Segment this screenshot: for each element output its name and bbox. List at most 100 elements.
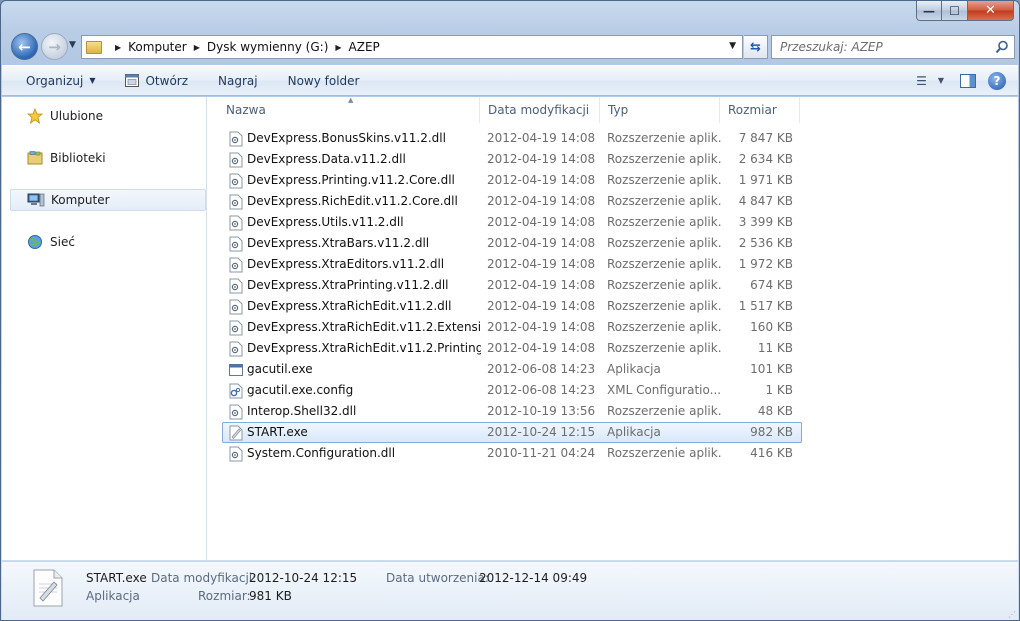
file-row[interactable]: DevExpress.RichEdit.v11.2.Core.dll 2012-0… [222,191,802,212]
file-row[interactable]: DevExpress.Data.v11.2.dll 2012-04-19 14:0… [222,149,802,170]
file-row[interactable]: gacutil.exe.config 2012-06-08 14:23 XML Co… [222,380,802,401]
recent-pages-dropdown-icon[interactable]: ▼ [69,40,76,50]
column-header-label: Nazwa [226,103,266,117]
file-date: 2012-04-19 14:08 [487,236,596,250]
file-size: 3 399 KB [738,215,793,229]
file-name: DevExpress.RichEdit.v11.2.Core.dll [247,194,458,208]
column-header-date[interactable]: Data modyfikacji [480,97,600,123]
title-bar[interactable]: — ☐ ✕ [1,1,1019,31]
file-date: 2012-04-19 14:08 [487,131,596,145]
sidebar-item-label: Ulubione [50,109,104,123]
file-row[interactable]: START.exe 2012-10-24 12:15 Aplikacja 982 KB [222,422,802,443]
file-date: 2012-04-19 14:08 [487,341,596,355]
dll-file-icon [229,446,243,462]
organize-menu-button[interactable]: Organizuj ▼ [2,66,103,95]
change-view-button[interactable]: ☰ ▼ [908,74,952,88]
resize-grip-icon[interactable]: ⋰ [1008,610,1016,619]
address-dropdown-icon[interactable]: ▼ [729,41,736,51]
help-icon[interactable]: ? [988,71,1006,90]
column-header-name[interactable]: Nazwa ▲ [218,96,480,123]
file-row[interactable]: gacutil.exe 2012-06-08 14:23 Aplikacja 101 … [222,359,802,380]
file-type: Rozszerzenie aplik... [607,173,721,187]
new-folder-button[interactable]: Nowy folder [280,66,368,95]
search-box[interactable] [771,35,1015,59]
dll-file-icon [229,173,243,189]
search-icon[interactable] [995,40,1009,54]
file-row[interactable]: DevExpress.XtraRichEdit.v11.2.Extensions… [222,317,802,338]
file-name: DevExpress.BonusSkins.v11.2.dll [247,131,446,145]
chevron-down-icon[interactable]: ▼ [938,76,944,85]
forward-button[interactable]: → [41,33,68,60]
view-details-icon: ☰ [916,73,927,88]
file-row[interactable]: DevExpress.XtraEditors.v11.2.dll 2012-04-… [222,254,802,275]
file-type: Rozszerzenie aplik... [607,257,721,271]
new-folder-label: Nowy folder [287,73,360,88]
file-type: Aplikacja [607,425,661,439]
file-name: DevExpress.Printing.v11.2.Core.dll [247,173,455,187]
column-header-label: Typ [608,103,629,117]
file-type: Rozszerzenie aplik... [607,131,721,145]
address-bar[interactable]: ▶ Komputer ▶ Dysk wymienny (G:) ▶ AZEP ▼ [81,35,743,59]
file-row[interactable]: DevExpress.XtraRichEdit.v11.2.Printing.d… [222,338,802,359]
file-row[interactable]: DevExpress.XtraRichEdit.v11.2.dll 2012-04… [222,296,802,317]
dll-file-icon [229,257,243,273]
file-row[interactable]: DevExpress.BonusSkins.v11.2.dll 2012-04-1… [222,128,802,149]
preview-pane-icon[interactable] [960,73,976,88]
column-header-type[interactable]: Typ [600,97,720,123]
forward-arrow-icon: → [48,37,61,56]
file-type: Rozszerzenie aplik... [607,194,721,208]
file-type: Rozszerzenie aplik... [607,236,721,250]
column-header-size[interactable]: Rozmiar [720,97,800,123]
sidebar-item-libraries[interactable]: Biblioteki [10,147,206,169]
search-input[interactable] [780,40,980,54]
file-name: START.exe [247,425,308,439]
file-row[interactable]: DevExpress.XtraBars.v11.2.dll 2012-04-19 … [222,233,802,254]
dll-file-icon [229,299,243,315]
sidebar-item-favorites[interactable]: Ulubione [10,105,206,127]
file-row[interactable]: System.Configuration.dll 2010-11-21 04:24… [222,443,802,464]
application-icon [229,362,243,378]
file-date: 2012-04-19 14:08 [487,320,596,334]
computer-icon [27,192,45,208]
breadcrumb-drive[interactable]: Dysk wymienny (G:) [207,40,329,54]
file-list: Nazwa ▲ Data modyfikacji Typ Rozmiar Dev… [208,96,1018,560]
breadcrumb-folder[interactable]: AZEP [349,40,380,54]
breadcrumb-separator-icon[interactable]: ▶ [115,43,121,52]
back-arrow-icon: ← [18,37,31,56]
star-icon [26,108,44,124]
file-row[interactable]: DevExpress.Printing.v11.2.Core.dll 2012-0… [222,170,802,191]
dll-file-icon [229,404,243,420]
command-toolbar: Organizuj ▼ Otwórz Nagraj Nowy folder ☰ … [2,65,1018,96]
dll-file-icon [229,152,243,168]
details-pane: START.exe Aplikacja Data modyfikacji: 20… [2,561,1018,620]
details-modified-value: 2012-10-24 12:15 [249,571,358,585]
maximize-button[interactable]: ☐ [942,1,968,21]
file-row[interactable]: DevExpress.Utils.v11.2.dll 2012-04-19 14:… [222,212,802,233]
breadcrumb-computer[interactable]: Komputer [128,40,187,54]
file-row[interactable]: DevExpress.XtraPrinting.v11.2.dll 2012-04… [222,275,802,296]
file-name: Interop.Shell32.dll [247,404,357,418]
sidebar-item-label: Komputer [51,193,110,207]
back-button[interactable]: ← [11,33,38,60]
dll-file-icon [229,278,243,294]
file-date: 2010-11-21 04:24 [487,446,596,460]
refresh-button[interactable]: ⇆ [744,35,768,59]
burn-button[interactable]: Nagraj [210,66,266,95]
minimize-button[interactable]: — [916,1,942,21]
file-name: DevExpress.XtraRichEdit.v11.2.dll [247,299,452,313]
file-row[interactable]: Interop.Shell32.dll 2012-10-19 13:56 Rozsz… [222,401,802,422]
details-created-value: 2012-12-14 09:49 [479,571,588,585]
breadcrumb-separator-icon[interactable]: ▶ [335,43,341,52]
navigation-pane: Ulubione Biblioteki Komputer Sieć [2,97,207,560]
file-size: 2 536 KB [738,236,793,250]
file-size: 982 KB [750,425,793,439]
file-size: 674 KB [750,278,793,292]
sidebar-item-network[interactable]: Sieć [10,231,206,253]
toolbar-right-group: ☰ ▼ ? [908,66,1018,95]
breadcrumb-separator-icon[interactable]: ▶ [194,43,200,52]
close-button[interactable]: ✕ [968,1,1014,21]
sidebar-item-label: Sieć [50,235,75,249]
file-type: Rozszerzenie aplik... [607,215,721,229]
sidebar-item-computer[interactable]: Komputer [10,189,206,211]
open-button[interactable]: Otwórz [117,66,196,95]
